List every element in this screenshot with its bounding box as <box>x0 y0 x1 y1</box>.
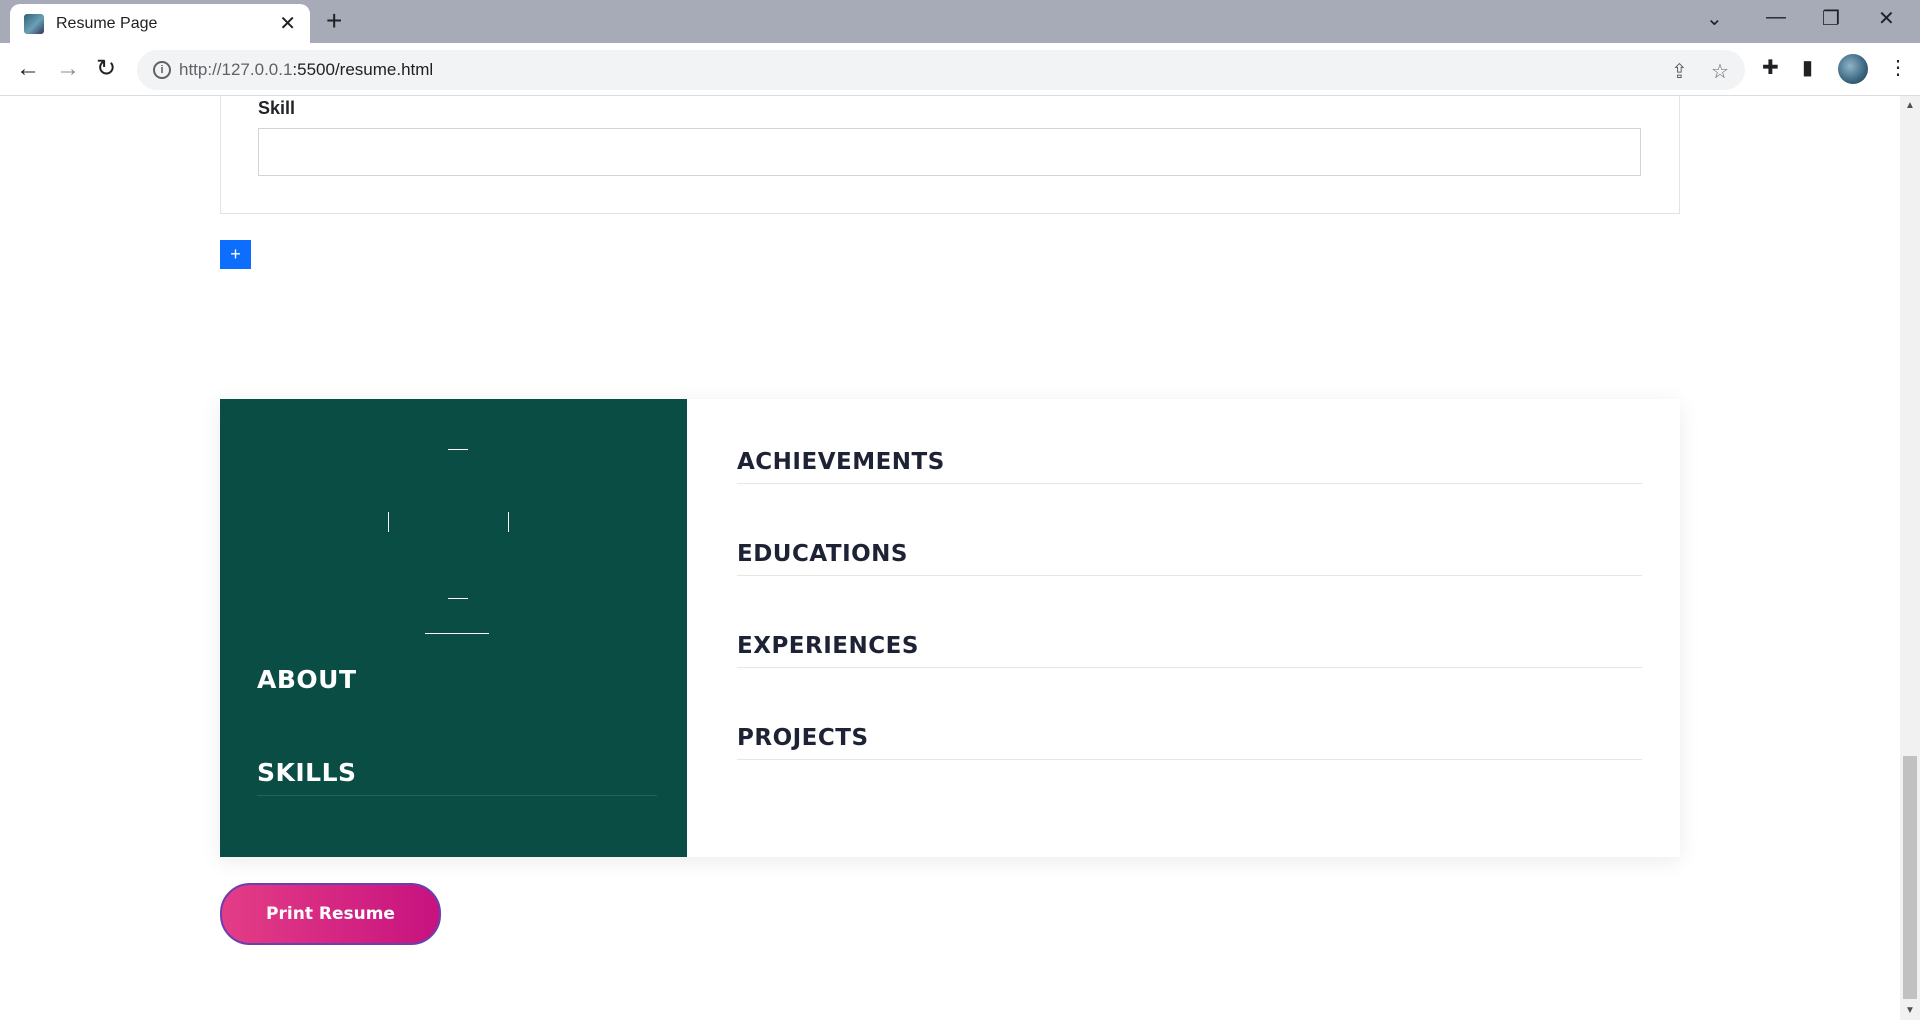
page-favicon-icon <box>24 13 44 34</box>
experiences-section: EXPERIENCES <box>737 623 1642 668</box>
new-tab-icon[interactable]: + <box>326 7 342 35</box>
browser-toolbar: ← → ↻ i http://127.0.0.1:5500/resume.htm… <box>0 43 1920 96</box>
scroll-up-icon[interactable]: ▲ <box>1905 100 1915 111</box>
scrollbar-thumb[interactable] <box>1903 756 1917 999</box>
close-tab-icon[interactable]: ✕ <box>279 14 296 34</box>
browser-tabbar: Resume Page ✕ + ⌄ — ❐ ✕ <box>0 0 1920 43</box>
menu-icon[interactable]: ⋮ <box>1888 55 1908 80</box>
resume-preview: ABOUT SKILLS ACHIEVEMENTS EDUCATIONS EXP… <box>220 399 1680 857</box>
page-scrollbar[interactable]: ▲ ▼ <box>1900 96 1920 1020</box>
address-bar[interactable]: i http://127.0.0.1:5500/resume.html ⇪ ☆ <box>137 50 1745 90</box>
resume-sidebar: ABOUT SKILLS <box>220 399 687 857</box>
extensions-icon[interactable]: ✚ <box>1762 55 1779 80</box>
tab-search-icon[interactable]: ⌄ <box>1706 6 1723 31</box>
print-resume-button[interactable]: Print Resume <box>220 883 441 945</box>
profile-photo <box>378 449 528 634</box>
reload-icon[interactable]: ↻ <box>96 55 116 83</box>
back-icon[interactable]: ← <box>16 55 40 83</box>
browser-tab[interactable]: Resume Page ✕ <box>10 4 310 43</box>
skill-label: Skill <box>258 98 296 118</box>
skills-divider <box>257 795 657 796</box>
skill-input[interactable] <box>258 128 1641 176</box>
scroll-down-icon[interactable]: ▼ <box>1905 1005 1915 1016</box>
close-window-icon[interactable]: ✕ <box>1878 6 1895 31</box>
side-panel-icon[interactable]: ▮ <box>1802 55 1813 80</box>
bookmark-star-icon[interactable]: ☆ <box>1711 59 1729 84</box>
share-icon[interactable]: ⇪ <box>1671 59 1688 84</box>
minimize-icon[interactable]: — <box>1766 6 1786 29</box>
experiences-heading: EXPERIENCES <box>737 633 919 659</box>
skills-heading: SKILLS <box>257 758 357 787</box>
educations-section: EDUCATIONS <box>737 531 1642 576</box>
profile-avatar[interactable] <box>1838 54 1868 84</box>
projects-section: PROJECTS <box>737 715 1642 760</box>
skill-form-card: Skill <box>220 96 1680 214</box>
url-text: http://127.0.0.1:5500/resume.html <box>179 60 434 79</box>
achievements-section: ACHIEVEMENTS <box>737 439 1642 484</box>
forward-icon[interactable]: → <box>56 55 80 83</box>
achievements-heading: ACHIEVEMENTS <box>737 449 945 475</box>
add-skill-button[interactable]: + <box>220 240 251 269</box>
site-info-icon[interactable]: i <box>153 61 171 79</box>
educations-heading: EDUCATIONS <box>737 541 908 567</box>
about-heading: ABOUT <box>257 665 357 694</box>
projects-heading: PROJECTS <box>737 725 869 751</box>
tab-title: Resume Page <box>56 14 158 32</box>
restore-icon[interactable]: ❐ <box>1822 6 1840 31</box>
